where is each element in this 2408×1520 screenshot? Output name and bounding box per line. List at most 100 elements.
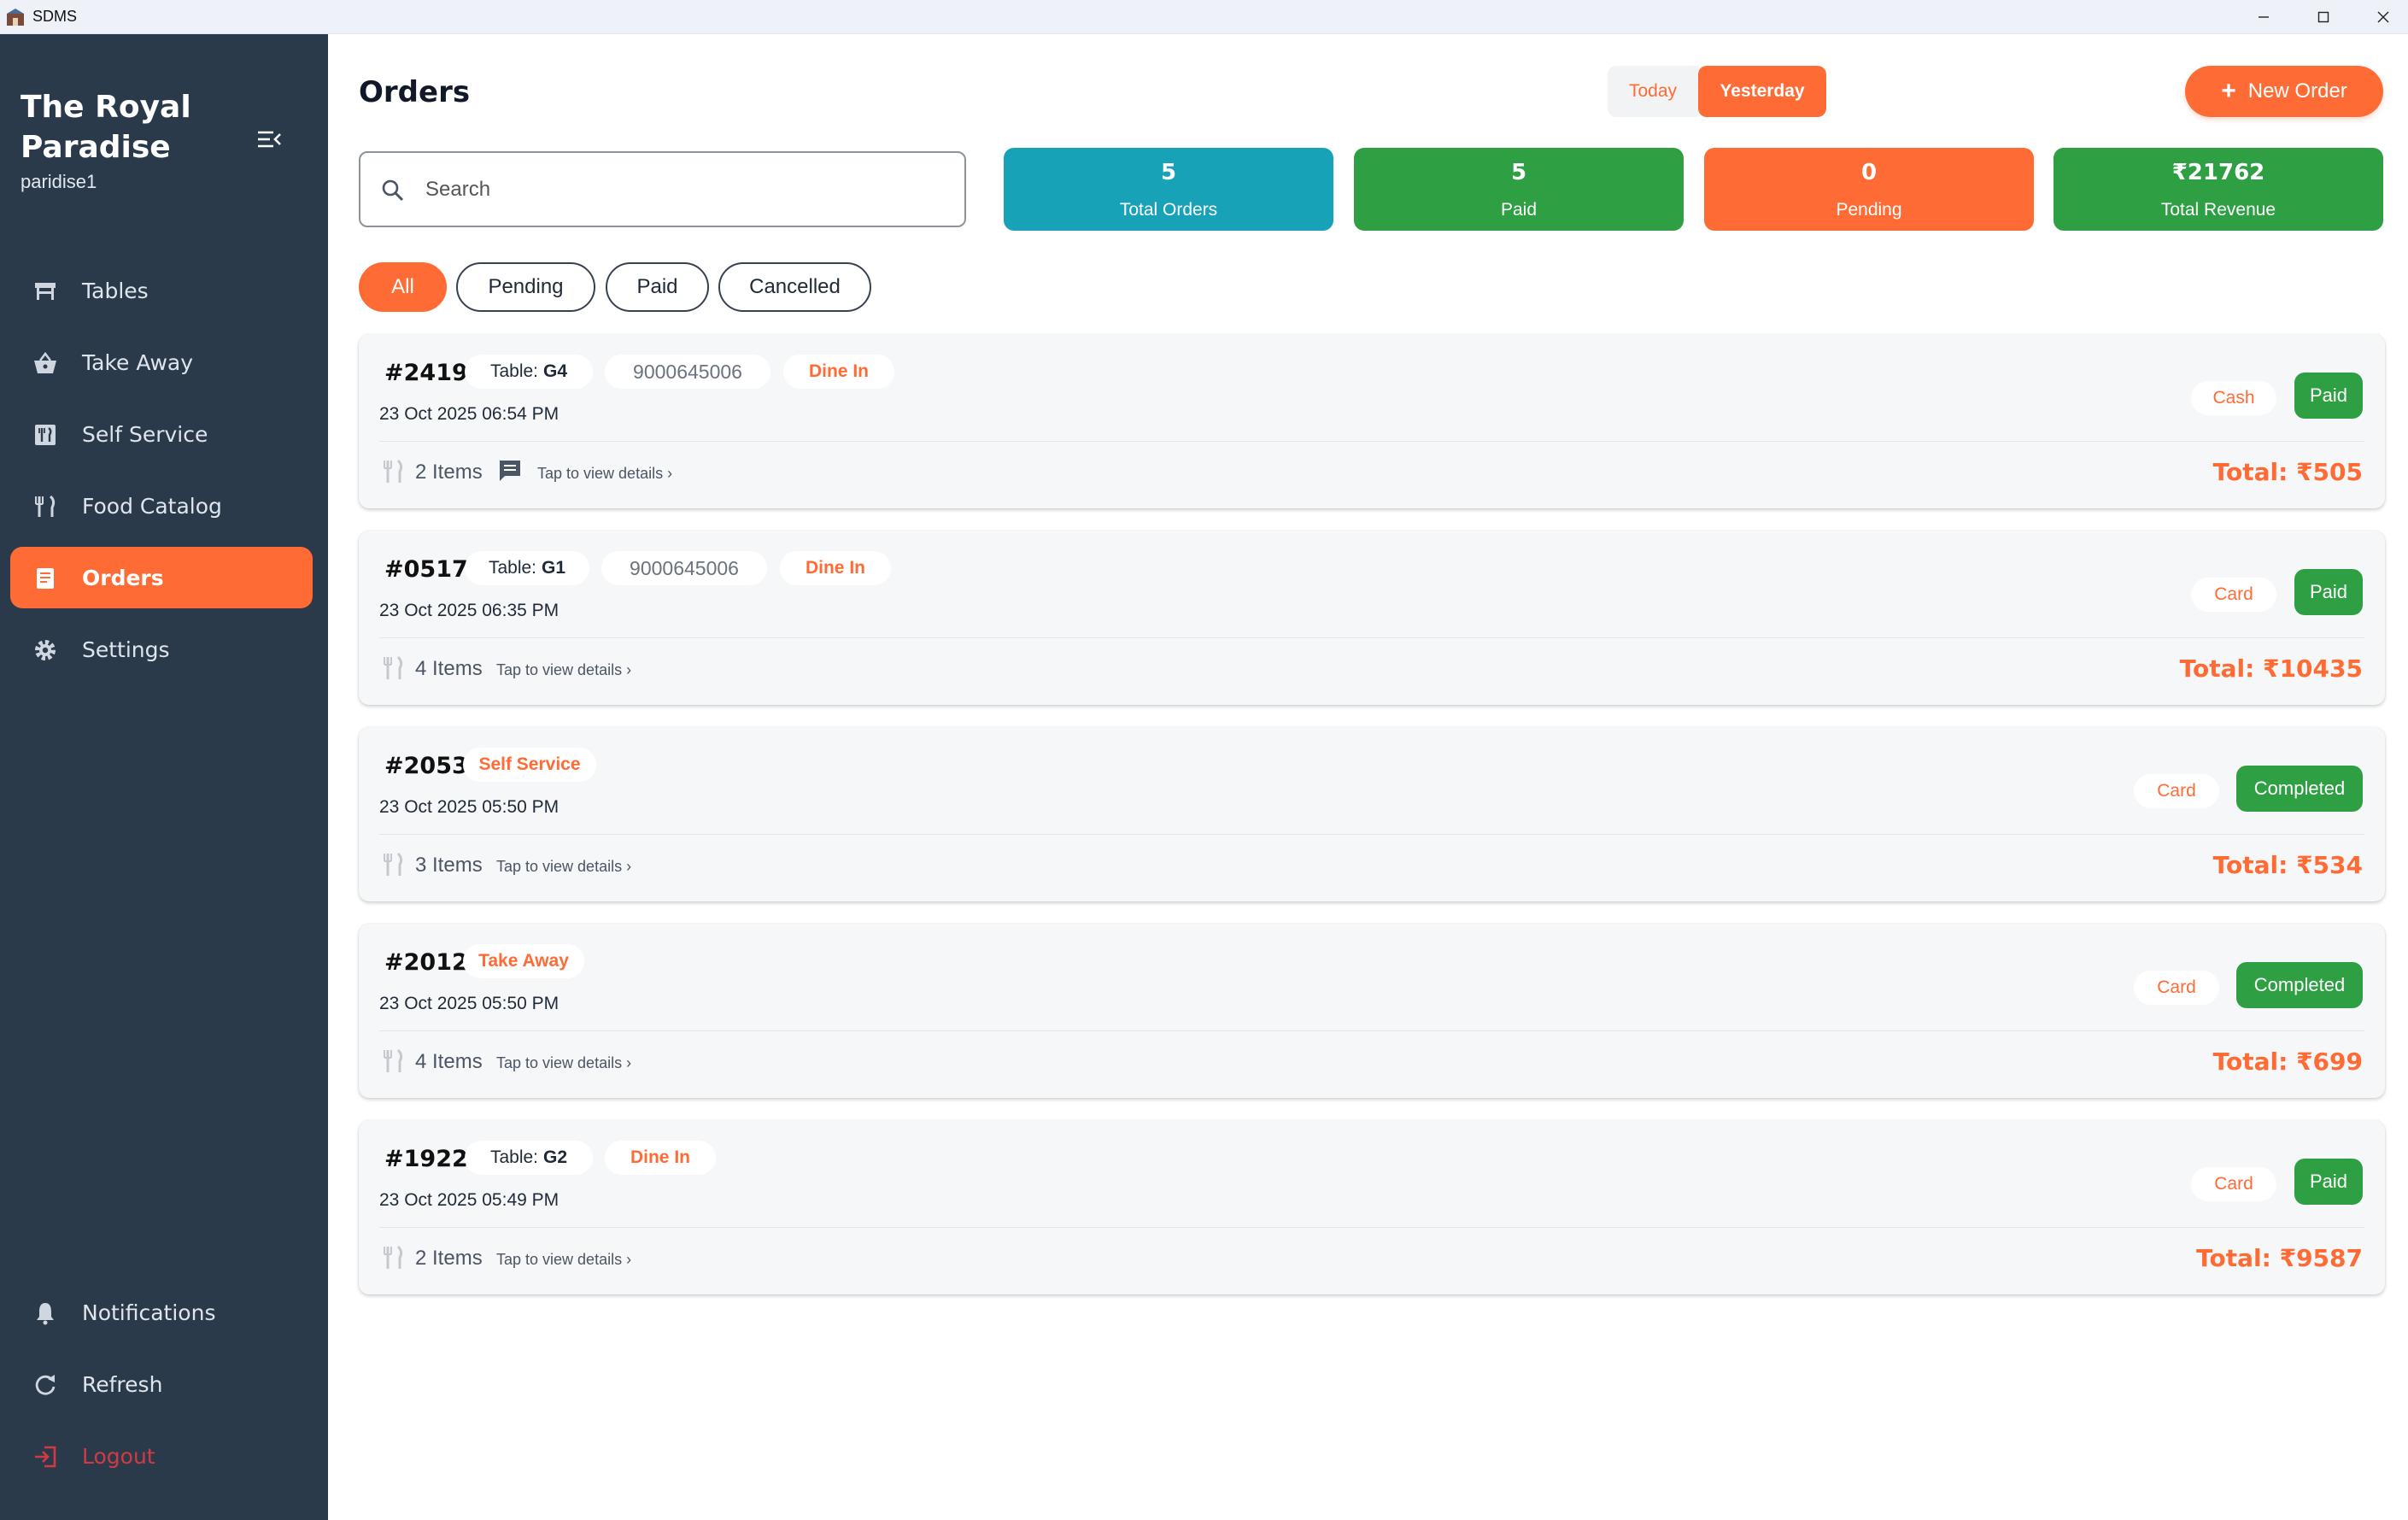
status-badge: Paid xyxy=(2294,1159,2363,1205)
card-divider xyxy=(379,834,2364,835)
stat-paid: 5 Paid xyxy=(1354,148,1684,231)
search-input[interactable] xyxy=(425,170,938,209)
view-details-hint[interactable]: Tap to view details › xyxy=(537,465,672,483)
phone-chip: 9000645006 xyxy=(605,355,770,389)
utensils-icon xyxy=(35,495,56,517)
view-details-text: Tap to view details xyxy=(537,465,664,482)
table-number: G2 xyxy=(543,1147,568,1167)
basket-icon xyxy=(34,351,56,373)
logout-icon xyxy=(35,1446,56,1468)
page-title: Orders xyxy=(359,75,471,109)
sidebar-item-notifications[interactable]: Notifications xyxy=(10,1282,313,1343)
maximize-icon xyxy=(2317,11,2329,23)
sidebar-item-refresh[interactable]: Refresh xyxy=(10,1353,313,1415)
stat-value: 0 xyxy=(1860,160,1878,185)
stat-label: Total Revenue xyxy=(2160,200,2276,220)
app-logo-icon xyxy=(7,9,24,26)
chevron-right-icon: › xyxy=(626,1251,632,1268)
card-divider xyxy=(379,637,2364,638)
window-title: SDMS xyxy=(32,8,78,25)
payment-method-chip: Card xyxy=(2191,1167,2276,1201)
view-details-hint[interactable]: Tap to view details › xyxy=(496,1251,631,1269)
close-button[interactable] xyxy=(2353,0,2408,34)
view-details-text: Tap to view details xyxy=(496,858,623,875)
minimize-icon xyxy=(2259,16,2269,18)
order-card[interactable]: #2053 Self Service 23 Oct 2025 05:50 PM … xyxy=(359,727,2385,901)
day-toggle: Today Yesterday xyxy=(1608,66,1826,117)
order-card[interactable]: #1922 Table: G2 Dine In 23 Oct 2025 05:49… xyxy=(359,1120,2385,1294)
order-type-chip: Take Away xyxy=(463,944,584,978)
sidebar-item-label: Self Service xyxy=(82,421,208,447)
filter-pending[interactable]: Pending xyxy=(456,262,595,312)
sidebar-item-food-catalog[interactable]: Food Catalog xyxy=(10,475,313,537)
sidebar: The Royal Paradise paridise1 Tables Take… xyxy=(0,34,328,1520)
sidebar-item-label: Settings xyxy=(82,637,170,662)
order-card[interactable]: #0517 Table: G1 9000645006 Dine In 23 Oct… xyxy=(359,531,2385,705)
filter-paid[interactable]: Paid xyxy=(606,262,709,312)
maximize-button[interactable] xyxy=(2294,0,2353,34)
utensils-icon xyxy=(384,1245,403,1269)
order-total: Total: ₹505 xyxy=(2212,458,2363,486)
order-total: Total: ₹9587 xyxy=(2196,1244,2363,1272)
table-number: G1 xyxy=(542,558,566,578)
sidebar-item-label: Refresh xyxy=(82,1371,163,1397)
title-bar: SDMS xyxy=(0,0,2408,34)
chevron-right-icon: › xyxy=(626,1054,632,1071)
chevron-right-icon: › xyxy=(667,465,673,482)
sidebar-item-label: Take Away xyxy=(82,349,194,375)
order-date: 23 Oct 2025 06:35 PM xyxy=(379,601,560,620)
view-details-hint[interactable]: Tap to view details › xyxy=(496,858,631,876)
order-card[interactable]: #2012 Take Away 23 Oct 2025 05:50 PM 4 I… xyxy=(359,924,2385,1098)
stat-label: Paid xyxy=(1500,200,1538,220)
collapse-sidebar-icon[interactable] xyxy=(255,125,284,154)
table-chip: Table: G4 xyxy=(465,355,593,389)
order-date: 23 Oct 2025 06:54 PM xyxy=(379,404,560,424)
table-icon xyxy=(35,283,56,300)
sidebar-item-orders[interactable]: Orders xyxy=(10,547,313,608)
view-details-text: Tap to view details xyxy=(496,1251,623,1268)
stat-value: 5 xyxy=(1510,160,1527,185)
order-card[interactable]: #2419 Table: G4 9000645006 Dine In 23 Oct… xyxy=(359,334,2385,508)
brand-name: The Royal Paradise xyxy=(21,90,191,165)
utensils-icon xyxy=(384,852,403,876)
stat-label: Total Orders xyxy=(1119,200,1218,220)
order-total: Total: ₹699 xyxy=(2212,1048,2363,1076)
card-divider xyxy=(379,1030,2364,1031)
new-order-button[interactable]: + New Order xyxy=(2185,66,2383,117)
yesterday-button[interactable]: Yesterday xyxy=(1698,66,1826,117)
table-label: Table: xyxy=(489,361,539,381)
card-divider xyxy=(379,441,2364,442)
self-service-icon xyxy=(35,425,56,445)
order-type-chip: Self Service xyxy=(463,748,596,782)
search-icon xyxy=(382,179,404,202)
order-id: #1922 xyxy=(384,1146,468,1172)
filter-all[interactable]: All xyxy=(359,262,447,312)
order-id: #2053 xyxy=(384,753,468,779)
filter-cancelled[interactable]: Cancelled xyxy=(718,262,871,312)
plus-icon: + xyxy=(2221,77,2236,105)
payment-method-chip: Card xyxy=(2191,578,2276,612)
items-count: 2 Items xyxy=(415,1247,483,1270)
sidebar-item-self-service[interactable]: Self Service xyxy=(10,403,313,465)
sidebar-item-logout[interactable]: Logout xyxy=(10,1425,313,1487)
stat-total-revenue: ₹21762 Total Revenue xyxy=(2054,148,2383,231)
sidebar-item-settings[interactable]: Settings xyxy=(10,619,313,680)
utensils-icon xyxy=(384,1048,403,1072)
phone-chip: 9000645006 xyxy=(601,551,767,585)
view-details-hint[interactable]: Tap to view details › xyxy=(496,1054,631,1072)
gear-icon xyxy=(35,640,56,660)
sidebar-item-take-away[interactable]: Take Away xyxy=(10,332,313,393)
stat-value: ₹21762 xyxy=(2171,160,2265,185)
status-badge: Paid xyxy=(2294,373,2363,419)
payment-method-chip: Card xyxy=(2134,774,2219,808)
table-chip: Table: G1 xyxy=(465,551,589,585)
today-button[interactable]: Today xyxy=(1608,66,1698,117)
view-details-hint[interactable]: Tap to view details › xyxy=(496,661,631,679)
status-badge: Paid xyxy=(2294,569,2363,615)
sidebar-item-tables[interactable]: Tables xyxy=(10,260,313,321)
sidebar-item-label: Food Catalog xyxy=(82,493,222,519)
minimize-button[interactable] xyxy=(2234,0,2294,34)
items-count: 2 Items xyxy=(415,461,483,484)
chevron-right-icon: › xyxy=(626,661,632,678)
new-order-label: New Order xyxy=(2247,79,2347,103)
